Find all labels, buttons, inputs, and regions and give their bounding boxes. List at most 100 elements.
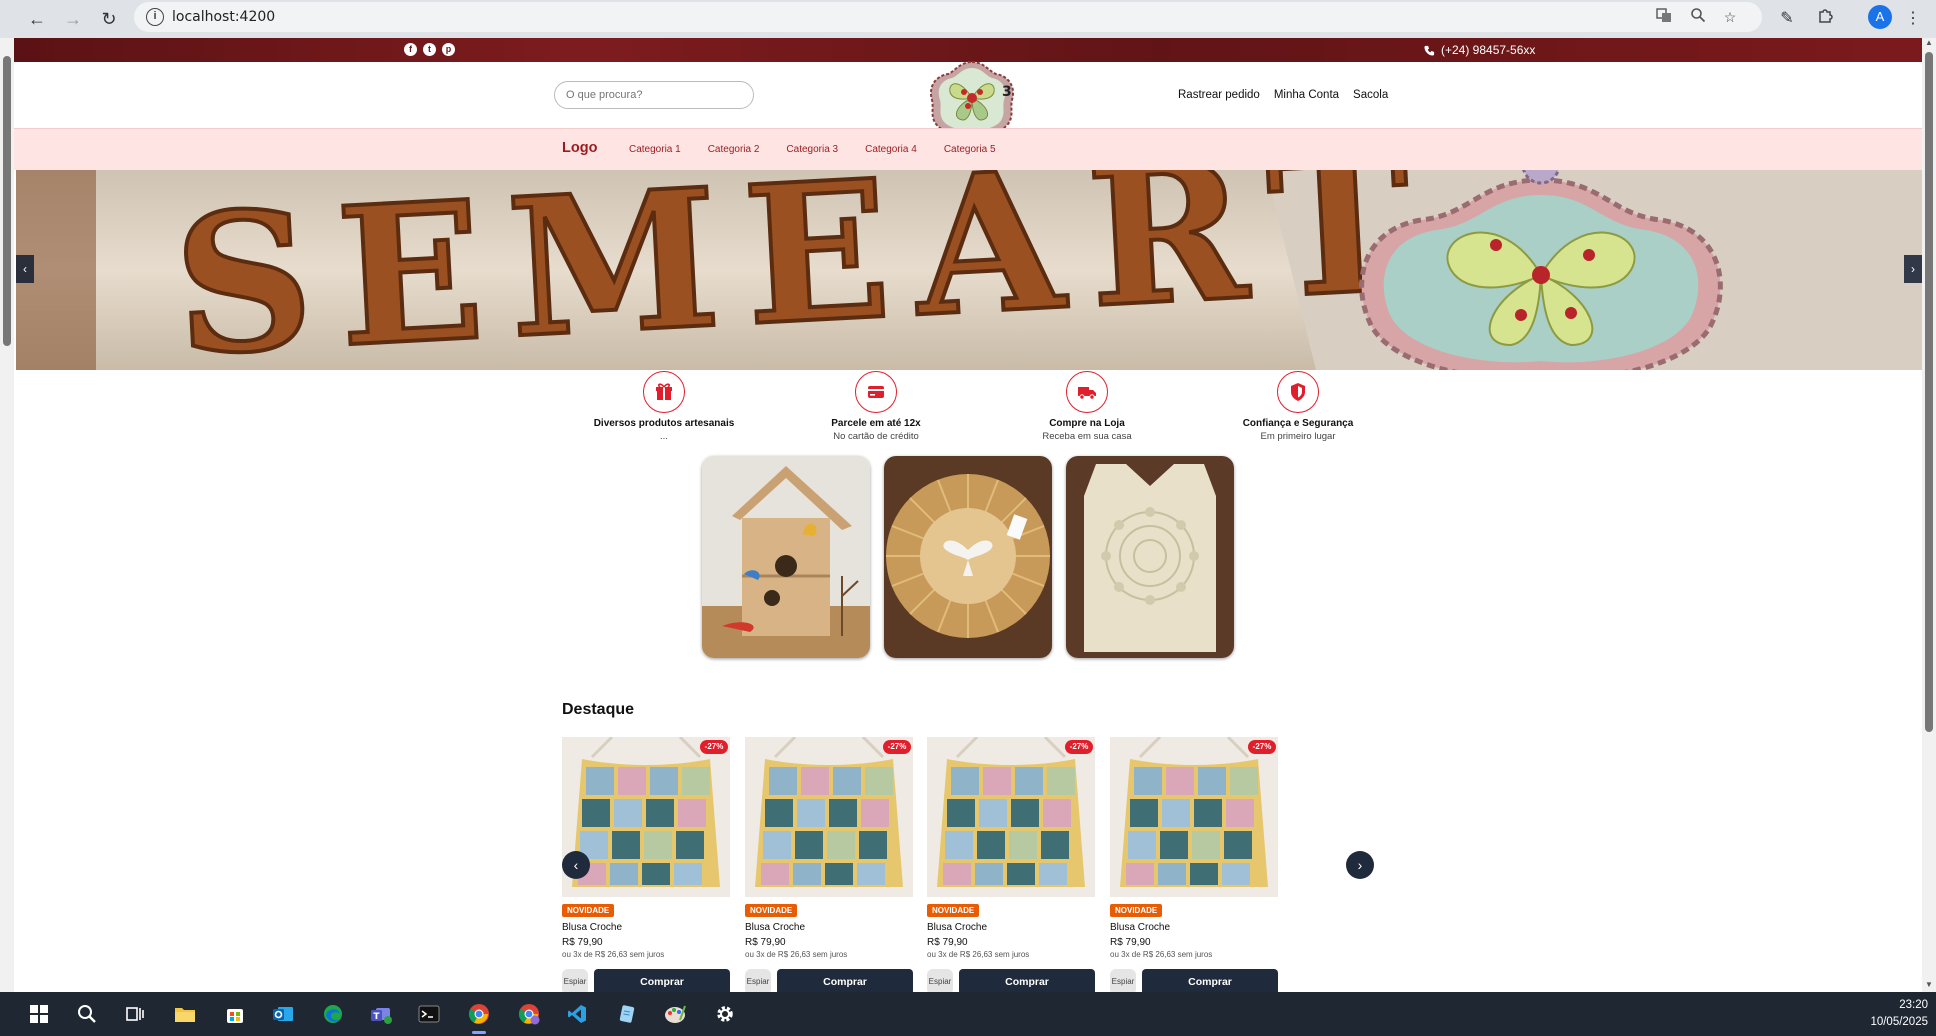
gallery-image-dove[interactable] — [884, 456, 1052, 658]
product-card[interactable]: -27% NOVIDADE Blusa Croche R$ 79,90 ou 3… — [927, 737, 1095, 992]
social-links: f t p — [404, 43, 455, 56]
feature-title: Parcele em até 12x — [831, 418, 921, 429]
quick-view-button[interactable]: Espiar — [1110, 969, 1136, 992]
nav-logo[interactable]: Logo — [562, 140, 597, 156]
quick-view-button[interactable]: Espiar — [745, 969, 771, 992]
phone-number: (+24) 98457-56xx — [1441, 43, 1536, 57]
buy-button[interactable]: Comprar — [1142, 969, 1278, 992]
product-image[interactable]: -27% — [927, 737, 1095, 897]
vscode-icon[interactable] — [562, 999, 592, 1029]
eyedropper-icon[interactable]: ✎ — [1772, 4, 1802, 34]
chrome-profile-icon[interactable] — [514, 999, 544, 1029]
search-icon[interactable] — [72, 999, 102, 1029]
windows-start-icon[interactable] — [24, 999, 54, 1029]
scrollbar-thumb[interactable] — [1925, 52, 1933, 732]
page-scrollbar[interactable]: ▲ ▼ — [1922, 38, 1936, 992]
edge-icon[interactable] — [318, 999, 348, 1029]
paint-icon[interactable] — [660, 999, 690, 1029]
category-link-1[interactable]: Categoria 1 — [629, 144, 681, 155]
task-view-icon[interactable] — [120, 999, 150, 1029]
product-image[interactable]: -27% — [1110, 737, 1278, 897]
truck-icon — [1066, 371, 1108, 413]
buy-button[interactable]: Comprar — [959, 969, 1095, 992]
new-badge: NOVIDADE — [745, 904, 798, 917]
product-name[interactable]: Blusa Croche — [927, 922, 987, 933]
system-clock[interactable]: 23:20 10/05/2025 — [1870, 997, 1928, 1031]
product-installments: ou 3x de R$ 26,63 sem juros — [927, 950, 1030, 959]
category-link-5[interactable]: Categoria 5 — [944, 144, 996, 155]
url-text[interactable]: localhost:4200 — [172, 9, 275, 25]
zoom-icon[interactable] — [1688, 7, 1708, 27]
contact-phone: (+24) 98457-56xx — [1424, 43, 1535, 57]
forward-icon[interactable]: → — [58, 4, 88, 34]
product-installments: ou 3x de R$ 26,63 sem juros — [562, 950, 665, 959]
feature-subtitle: Receba em sua casa — [1042, 431, 1132, 442]
hero-next-button[interactable]: › — [1904, 255, 1922, 283]
bag-link[interactable]: Sacola — [1353, 89, 1388, 101]
store-icon[interactable] — [220, 999, 250, 1029]
product-card[interactable]: -27% NOVIDADE Blusa Croche R$ 79,90 ou 3… — [745, 737, 913, 992]
category-link-3[interactable]: Categoria 3 — [786, 144, 838, 155]
settings-gear-icon[interactable] — [710, 999, 740, 1029]
address-bar[interactable]: i localhost:4200 ☆ — [134, 2, 1762, 32]
product-name[interactable]: Blusa Croche — [562, 922, 622, 933]
twitter-icon[interactable]: t — [423, 43, 436, 56]
notepad-icon[interactable] — [612, 999, 642, 1029]
file-explorer-icon[interactable] — [170, 999, 200, 1029]
carousel-prev-button[interactable]: ‹ — [562, 851, 590, 879]
pinterest-icon[interactable]: p — [442, 43, 455, 56]
track-order-link[interactable]: Rastrear pedido — [1178, 89, 1260, 101]
quick-view-button[interactable]: Espiar — [927, 969, 953, 992]
chrome-icon[interactable] — [464, 999, 494, 1034]
svg-text:T: T — [373, 1012, 380, 1022]
back-icon[interactable]: ← — [22, 4, 52, 34]
product-card[interactable]: -27% NOVIDADE Blusa Croche R$ 79,90 ou 3… — [1110, 737, 1278, 992]
site-info-icon[interactable]: i — [146, 8, 164, 26]
product-installments: ou 3x de R$ 26,63 sem juros — [1110, 950, 1213, 959]
profile-avatar[interactable]: A — [1868, 5, 1892, 29]
gallery-image-birdhouse[interactable] — [702, 456, 870, 658]
new-badge: NOVIDADE — [1110, 904, 1163, 917]
terminal-icon[interactable] — [414, 999, 444, 1029]
category-list: Categoria 1 Categoria 2 Categoria 3 Cate… — [629, 144, 996, 155]
scroll-down-icon[interactable]: ▼ — [1922, 980, 1936, 992]
my-account-link[interactable]: Minha Conta — [1274, 89, 1339, 101]
new-badge: NOVIDADE — [562, 904, 615, 917]
bookmark-star-icon[interactable]: ☆ — [1720, 7, 1740, 27]
product-name[interactable]: Blusa Croche — [1110, 922, 1170, 933]
browser-toolbar: ← → ↻ i localhost:4200 ☆ ✎ A ⋮ — [0, 0, 1936, 38]
site-header: 3 Rastrear pedido Minha Conta Sacola — [14, 60, 1922, 140]
category-link-2[interactable]: Categoria 2 — [708, 144, 760, 155]
carousel-next-button[interactable]: › — [1346, 851, 1374, 879]
hero-prev-button[interactable]: ‹ — [16, 255, 34, 283]
product-name[interactable]: Blusa Croche — [745, 922, 805, 933]
hero-image: SEMEART — [16, 170, 1922, 370]
scroll-up-icon[interactable]: ▲ — [1922, 38, 1936, 50]
teams-icon[interactable]: T — [366, 999, 396, 1029]
product-image[interactable]: -27% — [745, 737, 913, 897]
search-input[interactable] — [554, 81, 754, 109]
discount-badge: -27% — [883, 740, 911, 754]
quick-view-button[interactable]: Espiar — [562, 969, 588, 992]
feature-item: Diversos produtos artesanais ... — [574, 371, 754, 442]
product-price: R$ 79,90 — [562, 937, 603, 948]
buy-button[interactable]: Comprar — [594, 969, 730, 992]
gallery-image-crochet[interactable] — [1066, 456, 1234, 658]
extensions-icon[interactable] — [1810, 4, 1840, 34]
facebook-icon[interactable]: f — [404, 43, 417, 56]
feature-subtitle: ... — [660, 431, 668, 442]
feature-title: Compre na Loja — [1049, 418, 1125, 429]
menu-kebab-icon[interactable]: ⋮ — [1898, 4, 1928, 34]
category-link-4[interactable]: Categoria 4 — [865, 144, 917, 155]
category-nav: Logo Categoria 1 Categoria 2 Categoria 3… — [14, 128, 1922, 170]
buy-button[interactable]: Comprar — [777, 969, 913, 992]
feature-title: Diversos produtos artesanais — [593, 418, 735, 429]
feature-item: Confiança e Segurança Em primeiro lugar — [1208, 371, 1388, 442]
clock-date: 10/05/2025 — [1870, 1016, 1928, 1028]
hero-banner[interactable]: SEMEART ‹ › — [16, 170, 1922, 370]
left-scrollbar[interactable] — [0, 38, 14, 992]
translate-icon[interactable] — [1654, 7, 1674, 27]
outlook-icon[interactable] — [268, 999, 298, 1029]
reload-icon[interactable]: ↻ — [94, 4, 124, 34]
store-page: f t p (+24) 98457-56xx 3 Rastrear pedido… — [14, 38, 1922, 992]
